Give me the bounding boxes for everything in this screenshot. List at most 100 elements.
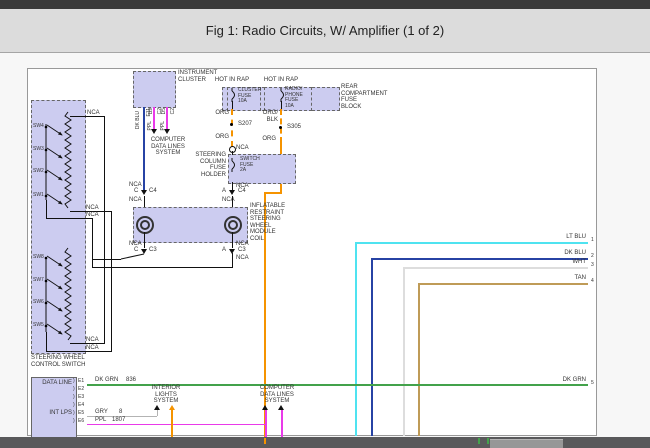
- conn-c4-label: C4: [238, 188, 246, 195]
- hot-in-rap-label-1: HOT IN RAP: [208, 77, 256, 84]
- wire-color-label-dk-grn: DK GRN: [95, 377, 118, 384]
- wire-org-cluster-fuse: [231, 109, 233, 147]
- wire-ppl-data-2: [281, 410, 283, 437]
- wire-gry-up: [157, 410, 158, 416]
- pin-bracket: ): [73, 419, 75, 425]
- pin-e4-label: E4: [78, 403, 84, 409]
- circuit-836-label: 836: [126, 377, 136, 384]
- rear-compartment-fuse-block-label: REAR COMPARTMENT FUSE BLOCK: [341, 84, 387, 110]
- wire-lt-blu-v: [355, 242, 357, 436]
- nca-label: NCA: [236, 255, 249, 262]
- sw3-label: SW3: [33, 147, 44, 153]
- pin-e2-label: E2: [78, 387, 84, 393]
- coil-icon: [136, 216, 154, 234]
- figure-title: Fig 1: Radio Circuits, W/ Amplifier (1 o…: [0, 9, 650, 52]
- nca-label: NCA: [129, 197, 142, 204]
- sw7-label: SW7: [33, 278, 44, 284]
- wire-holder-top-stub: [232, 151, 233, 155]
- wire-junction-v: [92, 218, 93, 267]
- inflatable-coil-label: INFLATABLE RESTRAINT STEERING WHEEL MODU…: [250, 203, 285, 242]
- wire-junction-h2: [92, 267, 232, 268]
- nca-label: NCA: [86, 337, 99, 344]
- wire-color-label-dk-blu: DK BLU: [556, 250, 586, 257]
- wire-ppl-bottom: [87, 424, 266, 425]
- pin-a-label: A: [222, 247, 226, 254]
- wire-diagonal: [118, 251, 146, 261]
- wire-color-label-ppl: PPL: [95, 417, 106, 424]
- conn-label-c2: C2: [170, 108, 176, 114]
- wire-c3-right-down: [232, 253, 233, 268]
- pin-bracket: ): [73, 379, 75, 385]
- strip-tick-grn: [487, 438, 489, 444]
- pin-bracket: ): [73, 395, 75, 401]
- resistor-ladder-2: [38, 246, 74, 346]
- pin-e1-label: E1: [78, 379, 84, 385]
- wire-coil-left-lower: [144, 232, 145, 241]
- radio-phone-fuse-label: RADIO/ PHONE FUSE 10A: [285, 87, 303, 109]
- strip-tick-grn: [478, 438, 480, 444]
- wire-fuse-stub-right: [281, 101, 282, 109]
- coil-icon: [224, 216, 242, 234]
- wire-org-jog: [264, 192, 282, 194]
- figure-title-bar: Fig 1: Radio Circuits, W/ Amplifier (1 o…: [0, 9, 650, 53]
- splice-s207-dot: [230, 123, 233, 126]
- exit-number-5: 5: [591, 381, 594, 387]
- wire-ppl-data-1: [265, 410, 267, 437]
- exit-number-3: 3: [591, 263, 594, 269]
- wire-sw-bus-2: [111, 211, 112, 352]
- exit-number-2: 2: [591, 254, 594, 260]
- strip-tick-org: [264, 438, 266, 444]
- circuit-1807-label: 1807: [112, 417, 125, 424]
- interior-lights-label: INTERIOR LIGHTS SYSTEM: [147, 385, 185, 405]
- wire-junction-h1: [92, 259, 121, 260]
- wire-tan-v: [418, 283, 420, 436]
- sw5-label: SW5: [33, 323, 44, 329]
- wire-color-label-dk-grn: DK GRN: [552, 377, 586, 384]
- wire-wht-h: [403, 267, 588, 269]
- pin-bracket: ): [73, 403, 75, 409]
- steering-wheel-control-switch-label: STEERING WHEEL CONTROL SWITCH: [31, 355, 85, 368]
- sw8-label: SW8: [33, 255, 44, 261]
- pin-a-label: A: [222, 188, 226, 195]
- splice-s305-label: S305: [287, 124, 301, 131]
- wire-color-label-org: ORG: [212, 110, 229, 117]
- diagram-viewer: Fig 1: Radio Circuits, W/ Amplifier (1 o…: [0, 0, 650, 448]
- wire-color-label-dk-blu: DK BLU: [135, 111, 141, 129]
- wire-sw-exit-bot2: [46, 351, 111, 352]
- pin-e6-label: E6: [78, 419, 84, 425]
- wire-tan-h: [418, 283, 588, 285]
- connector-triangle-icon: [229, 190, 235, 195]
- wire-wht-v: [403, 267, 405, 436]
- wire-color-label-ppl: PPL: [147, 121, 153, 130]
- pin-label-b9: B9: [148, 108, 154, 114]
- conn-c3-label: C3: [149, 247, 157, 254]
- steering-column-fuse-holder-label: STEERING COLUMN FUSE HOLDER: [186, 152, 226, 178]
- wire-holder-bottom-stub: [232, 182, 233, 190]
- nca-label: NCA: [86, 205, 99, 212]
- conn-c4-label: C4: [149, 188, 157, 195]
- wire-c3-right-stub: [232, 241, 233, 248]
- wire-fuse-stub-left: [232, 101, 233, 109]
- pin-bracket: ): [73, 387, 75, 393]
- pin-e3-label: E3: [78, 395, 84, 401]
- int-lps-label: INT LPS: [36, 410, 72, 417]
- cluster-fuse-label: CLUSTER FUSE 10A: [238, 88, 261, 105]
- pin-e5-label: E5: [78, 411, 84, 417]
- wire-color-label-tan: TAN: [563, 275, 586, 282]
- bottom-strip-panel: [490, 439, 563, 448]
- nca-label: NCA: [236, 145, 249, 152]
- sw4-label: SW4: [33, 124, 44, 130]
- pin-label-d5: D5: [161, 108, 167, 114]
- fuse-icon: [227, 158, 237, 172]
- computer-data-lines-label-bottom: COMPUTER DATA LINES SYSTEM: [254, 385, 300, 405]
- nca-label: NCA: [86, 345, 99, 352]
- pin-c-label: C: [134, 188, 138, 195]
- wire-color-label-org: ORG: [212, 134, 229, 141]
- data-line-label: DATA LINE: [36, 380, 72, 387]
- hot-in-rap-label-2: HOT IN RAP: [257, 77, 305, 84]
- wire-color-label-gry: GRY: [95, 409, 108, 416]
- wire-coil-right-lower: [232, 232, 233, 241]
- splice-s305-dot: [279, 126, 282, 129]
- wire-color-label-wht: WHT: [563, 259, 586, 266]
- wire-dk-blu-cluster: [143, 107, 145, 191]
